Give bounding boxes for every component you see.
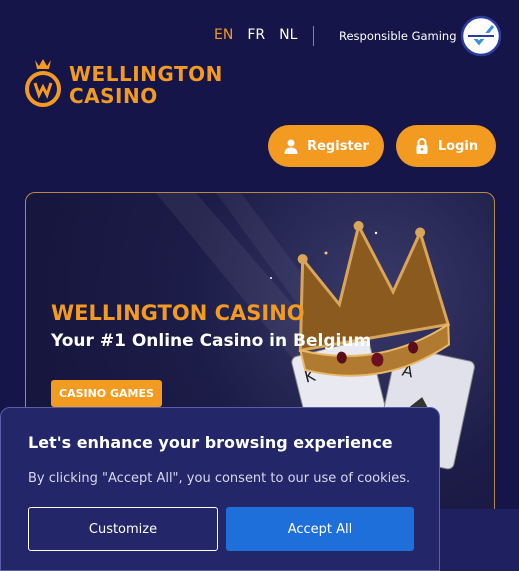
- login-label: Login: [437, 138, 479, 154]
- hero-title: WELLINGTON CASINO: [51, 301, 305, 325]
- user-icon: [284, 139, 298, 154]
- register-label: Register: [307, 138, 369, 154]
- casino-logo[interactable]: WELLINGTON CASINO: [23, 55, 223, 115]
- logo-text: WELLINGTON CASINO: [69, 63, 223, 107]
- responsible-gaming-link[interactable]: Responsible Gaming: [339, 29, 457, 43]
- page-background-strip: [440, 509, 519, 571]
- casino-games-button[interactable]: CASINO GAMES: [51, 380, 162, 407]
- login-button[interactable]: Login: [396, 125, 496, 167]
- logo-line-1: WELLINGTON: [69, 62, 223, 86]
- language-switcher: EN FR NL: [214, 27, 297, 43]
- lock-icon: [416, 138, 428, 154]
- lang-nl[interactable]: NL: [279, 27, 297, 43]
- lang-fr[interactable]: FR: [247, 27, 265, 43]
- logo-line-2: CASINO: [69, 84, 158, 108]
- crown-logo-icon: [25, 59, 61, 107]
- lang-en[interactable]: EN: [214, 27, 233, 43]
- register-button[interactable]: Register: [268, 125, 384, 167]
- cookie-title: Let's enhance your browsing experience: [28, 433, 393, 452]
- play-safely-badge-icon[interactable]: [459, 14, 503, 58]
- cookie-consent-dialog: Let's enhance your browsing experience B…: [0, 407, 440, 571]
- hero-subtitle: Your #1 Online Casino in Belgium: [51, 331, 372, 351]
- accept-all-button[interactable]: Accept All: [226, 507, 414, 551]
- header-divider: [313, 26, 314, 46]
- customize-button[interactable]: Customize: [28, 507, 218, 551]
- cookie-text: By clicking "Accept All", you consent to…: [28, 471, 411, 486]
